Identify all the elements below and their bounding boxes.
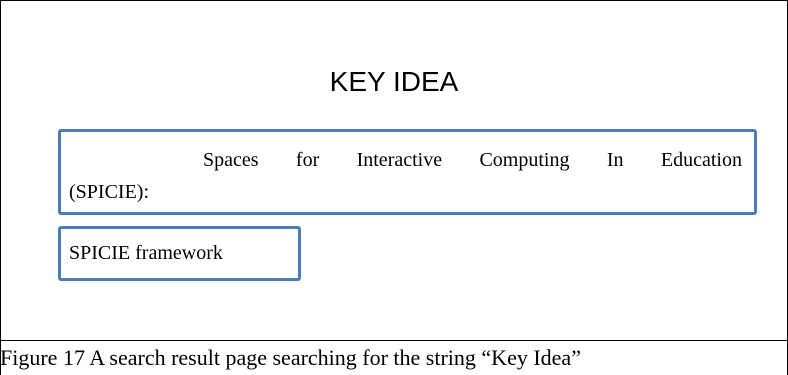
- definition-line-1: Spaces for Interactive Computing In Educ…: [69, 144, 742, 176]
- definition-word: for: [295, 149, 320, 171]
- slide-title: KEY IDEA: [329, 66, 459, 97]
- definition-line-2: (SPICIE):: [69, 181, 149, 203]
- figure-caption: Figure 17 A search result page searching…: [0, 345, 581, 370]
- definition-word: In: [606, 149, 624, 171]
- key-idea-box-framework: SPICIE framework: [58, 226, 301, 281]
- key-idea-box-definition: Spaces for Interactive Computing In Educ…: [58, 129, 757, 215]
- definition-word: Spaces: [203, 149, 259, 171]
- definition-word: Computing: [479, 149, 570, 171]
- caption-divider: [0, 340, 788, 341]
- definition-word: Education: [660, 149, 742, 171]
- definition-word: Interactive: [356, 149, 443, 171]
